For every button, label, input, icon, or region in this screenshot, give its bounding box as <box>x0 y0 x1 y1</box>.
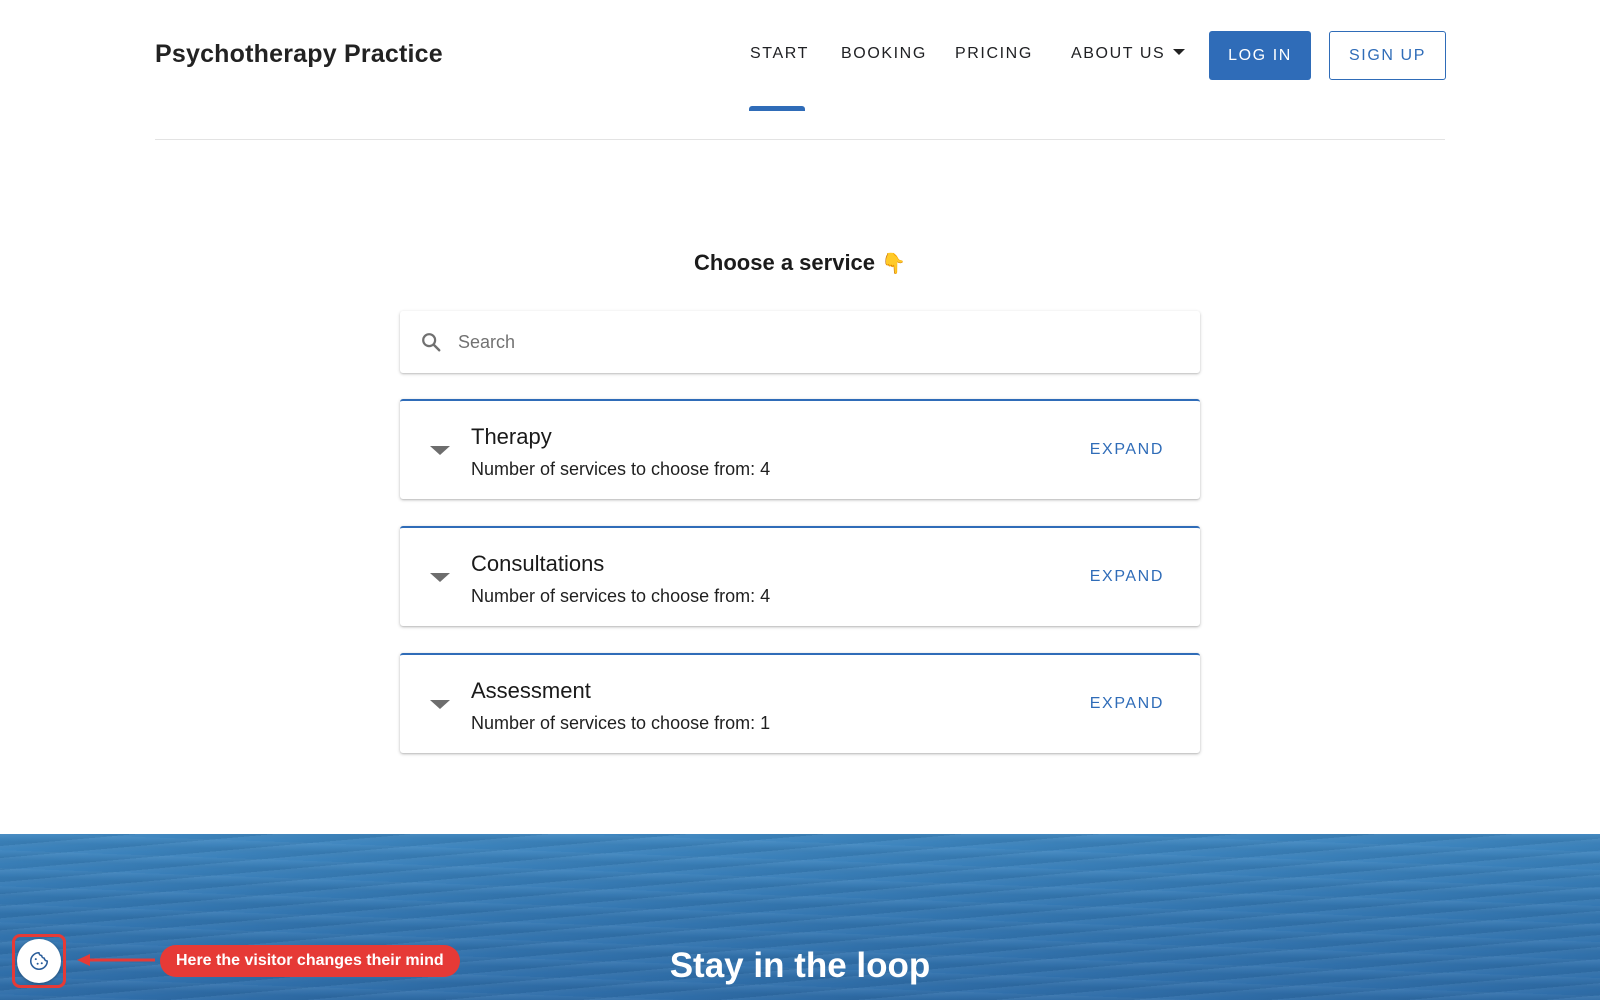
card-subtitle: Number of services to choose from: 1 <box>471 713 771 733</box>
expand-button[interactable]: EXPAND <box>1090 441 1164 459</box>
nav-about-us-label: ABOUT US <box>1071 45 1166 62</box>
service-category-therapy[interactable]: Therapy Number of services to choose fro… <box>400 399 1200 499</box>
card-title: Assessment <box>471 678 591 703</box>
caret-down-icon <box>1173 48 1186 55</box>
page-title-text: Choose a service <box>694 250 876 275</box>
nav-booking[interactable]: BOOKING <box>841 45 927 67</box>
search-input[interactable] <box>458 331 1138 353</box>
triangle-down-icon[interactable] <box>430 573 450 582</box>
nav-about-us[interactable]: ABOUT US <box>1071 45 1186 67</box>
card-subtitle: Number of services to choose from: 4 <box>471 459 771 479</box>
annotation-label: Here the visitor changes their mind <box>160 945 460 977</box>
cookie-settings-button[interactable] <box>17 939 61 983</box>
page-title: Choose a service 👇 <box>0 250 1600 276</box>
triangle-down-icon[interactable] <box>430 446 450 455</box>
active-nav-indicator <box>749 106 805 111</box>
triangle-down-icon[interactable] <box>430 700 450 709</box>
card-title: Consultations <box>471 551 605 576</box>
expand-button[interactable]: EXPAND <box>1090 695 1164 713</box>
nav-pricing[interactable]: PRICING <box>955 45 1033 67</box>
nav-start[interactable]: START <box>750 45 809 67</box>
login-button[interactable]: LOG IN <box>1209 31 1311 80</box>
expand-button[interactable]: EXPAND <box>1090 568 1164 586</box>
card-subtitle: Number of services to choose from: 4 <box>471 586 771 606</box>
cookie-icon <box>30 951 49 970</box>
signup-button[interactable]: SIGN UP <box>1329 31 1446 80</box>
card-title: Therapy <box>471 424 552 449</box>
search-box <box>400 311 1200 373</box>
page: Psychotherapy Practice START BOOKING PRI… <box>0 0 1600 1000</box>
site-header: Psychotherapy Practice START BOOKING PRI… <box>155 0 1446 140</box>
service-category-assessment[interactable]: Assessment Number of services to choose … <box>400 653 1200 753</box>
pointing-down-emoji: 👇 <box>881 253 906 275</box>
search-icon <box>422 333 441 352</box>
annotation-arrow-icon <box>77 954 155 966</box>
service-category-consultations[interactable]: Consultations Number of services to choo… <box>400 526 1200 626</box>
